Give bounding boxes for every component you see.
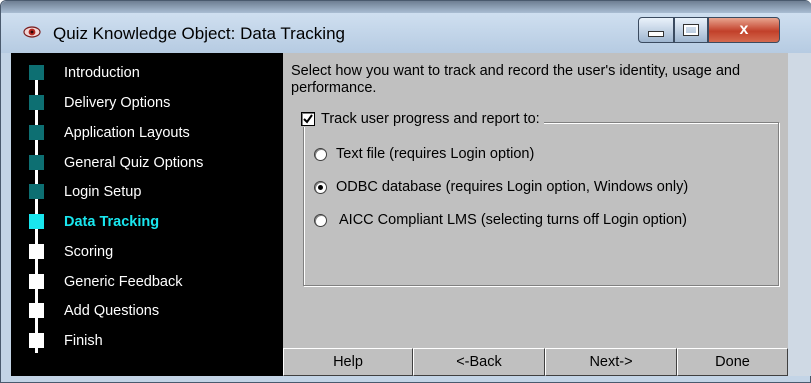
step-marker-icon [29, 214, 44, 229]
sidebar-step-7[interactable]: Generic Feedback [29, 268, 279, 296]
window-right-edge [788, 53, 811, 376]
sidebar-step-0[interactable]: Introduction [29, 59, 279, 87]
title-bar[interactable]: Quiz Knowledge Object: Data Tracking x [1, 13, 811, 53]
step-marker-icon [29, 184, 44, 199]
instructions-text: Select how you want to track and record … [291, 63, 741, 96]
maximize-icon [683, 24, 699, 36]
sidebar-step-9[interactable]: Finish [29, 327, 279, 355]
help-button[interactable]: Help [283, 348, 413, 376]
sidebar-step-label: Introduction [64, 65, 140, 81]
sidebar-step-label: Data Tracking [64, 214, 160, 230]
sidebar-step-label: Generic Feedback [64, 274, 183, 290]
maximize-button[interactable] [674, 17, 708, 43]
step-marker-icon [29, 65, 44, 80]
close-icon: x [739, 21, 749, 38]
sidebar-step-label: Delivery Options [64, 95, 171, 111]
sidebar-step-label: Application Layouts [64, 125, 190, 141]
close-button[interactable]: x [708, 17, 780, 43]
app-eye-icon [23, 26, 41, 38]
window-title: Quiz Knowledge Object: Data Tracking [53, 24, 345, 43]
back-button[interactable]: <-Back [413, 348, 545, 376]
sidebar-step-5[interactable]: Data Tracking [29, 208, 279, 236]
main-panel: Select how you want to track and record … [283, 53, 788, 376]
step-marker-icon [29, 95, 44, 110]
step-marker-icon [29, 244, 44, 259]
sidebar-step-label: Login Setup [64, 184, 142, 200]
minimize-icon [648, 31, 664, 37]
track-progress-label: Track user progress and report to: [321, 111, 540, 127]
radio-option-odbc[interactable]: ODBC database (requires Login option, Wi… [314, 179, 688, 195]
minimize-button[interactable] [638, 17, 674, 43]
radio-button[interactable] [314, 147, 327, 161]
sidebar-step-6[interactable]: Scoring [29, 238, 279, 266]
checkmark-icon [303, 114, 313, 124]
radio-button[interactable] [314, 213, 327, 227]
sidebar-step-label: Finish [64, 333, 103, 349]
sidebar-step-8[interactable]: Add Questions [29, 297, 279, 325]
radio-label: AICC Compliant LMS (selecting turns off … [339, 212, 687, 228]
sidebar-step-3[interactable]: General Quiz Options [29, 149, 279, 177]
radio-selected-dot [318, 184, 323, 190]
radio-label: Text file (requires Login option) [336, 146, 535, 162]
wizard-button-bar: Help <-Back Next-> Done [283, 348, 788, 376]
window-top-strip [1, 1, 811, 13]
track-progress-checkbox[interactable] [301, 112, 315, 126]
step-marker-icon [29, 303, 44, 318]
sidebar-step-4[interactable]: Login Setup [29, 178, 279, 206]
radio-button[interactable] [314, 180, 327, 194]
wizard-step-sidebar: Introduction Delivery Options Application … [11, 53, 283, 376]
radio-label: ODBC database (requires Login option, Wi… [336, 179, 689, 195]
radio-option-text-file[interactable]: Text file (requires Login option) [314, 146, 534, 162]
sidebar-step-label: Scoring [64, 244, 114, 260]
sidebar-step-label: Add Questions [64, 303, 160, 319]
done-button[interactable]: Done [677, 348, 788, 376]
step-marker-icon [29, 155, 44, 170]
step-marker-icon [29, 333, 44, 348]
sidebar-step-2[interactable]: Application Layouts [29, 119, 279, 147]
sidebar-step-1[interactable]: Delivery Options [29, 89, 279, 117]
track-progress-checkbox-row[interactable]: Track user progress and report to: [297, 111, 544, 127]
sidebar-step-label: General Quiz Options [64, 155, 204, 171]
next-button[interactable]: Next-> [545, 348, 677, 376]
step-marker-icon [29, 274, 44, 289]
dialog-window: Quiz Knowledge Object: Data Tracking x I… [0, 0, 811, 383]
radio-option-aicc[interactable]: AICC Compliant LMS (selecting turns off … [314, 212, 687, 228]
step-marker-icon [29, 125, 44, 140]
